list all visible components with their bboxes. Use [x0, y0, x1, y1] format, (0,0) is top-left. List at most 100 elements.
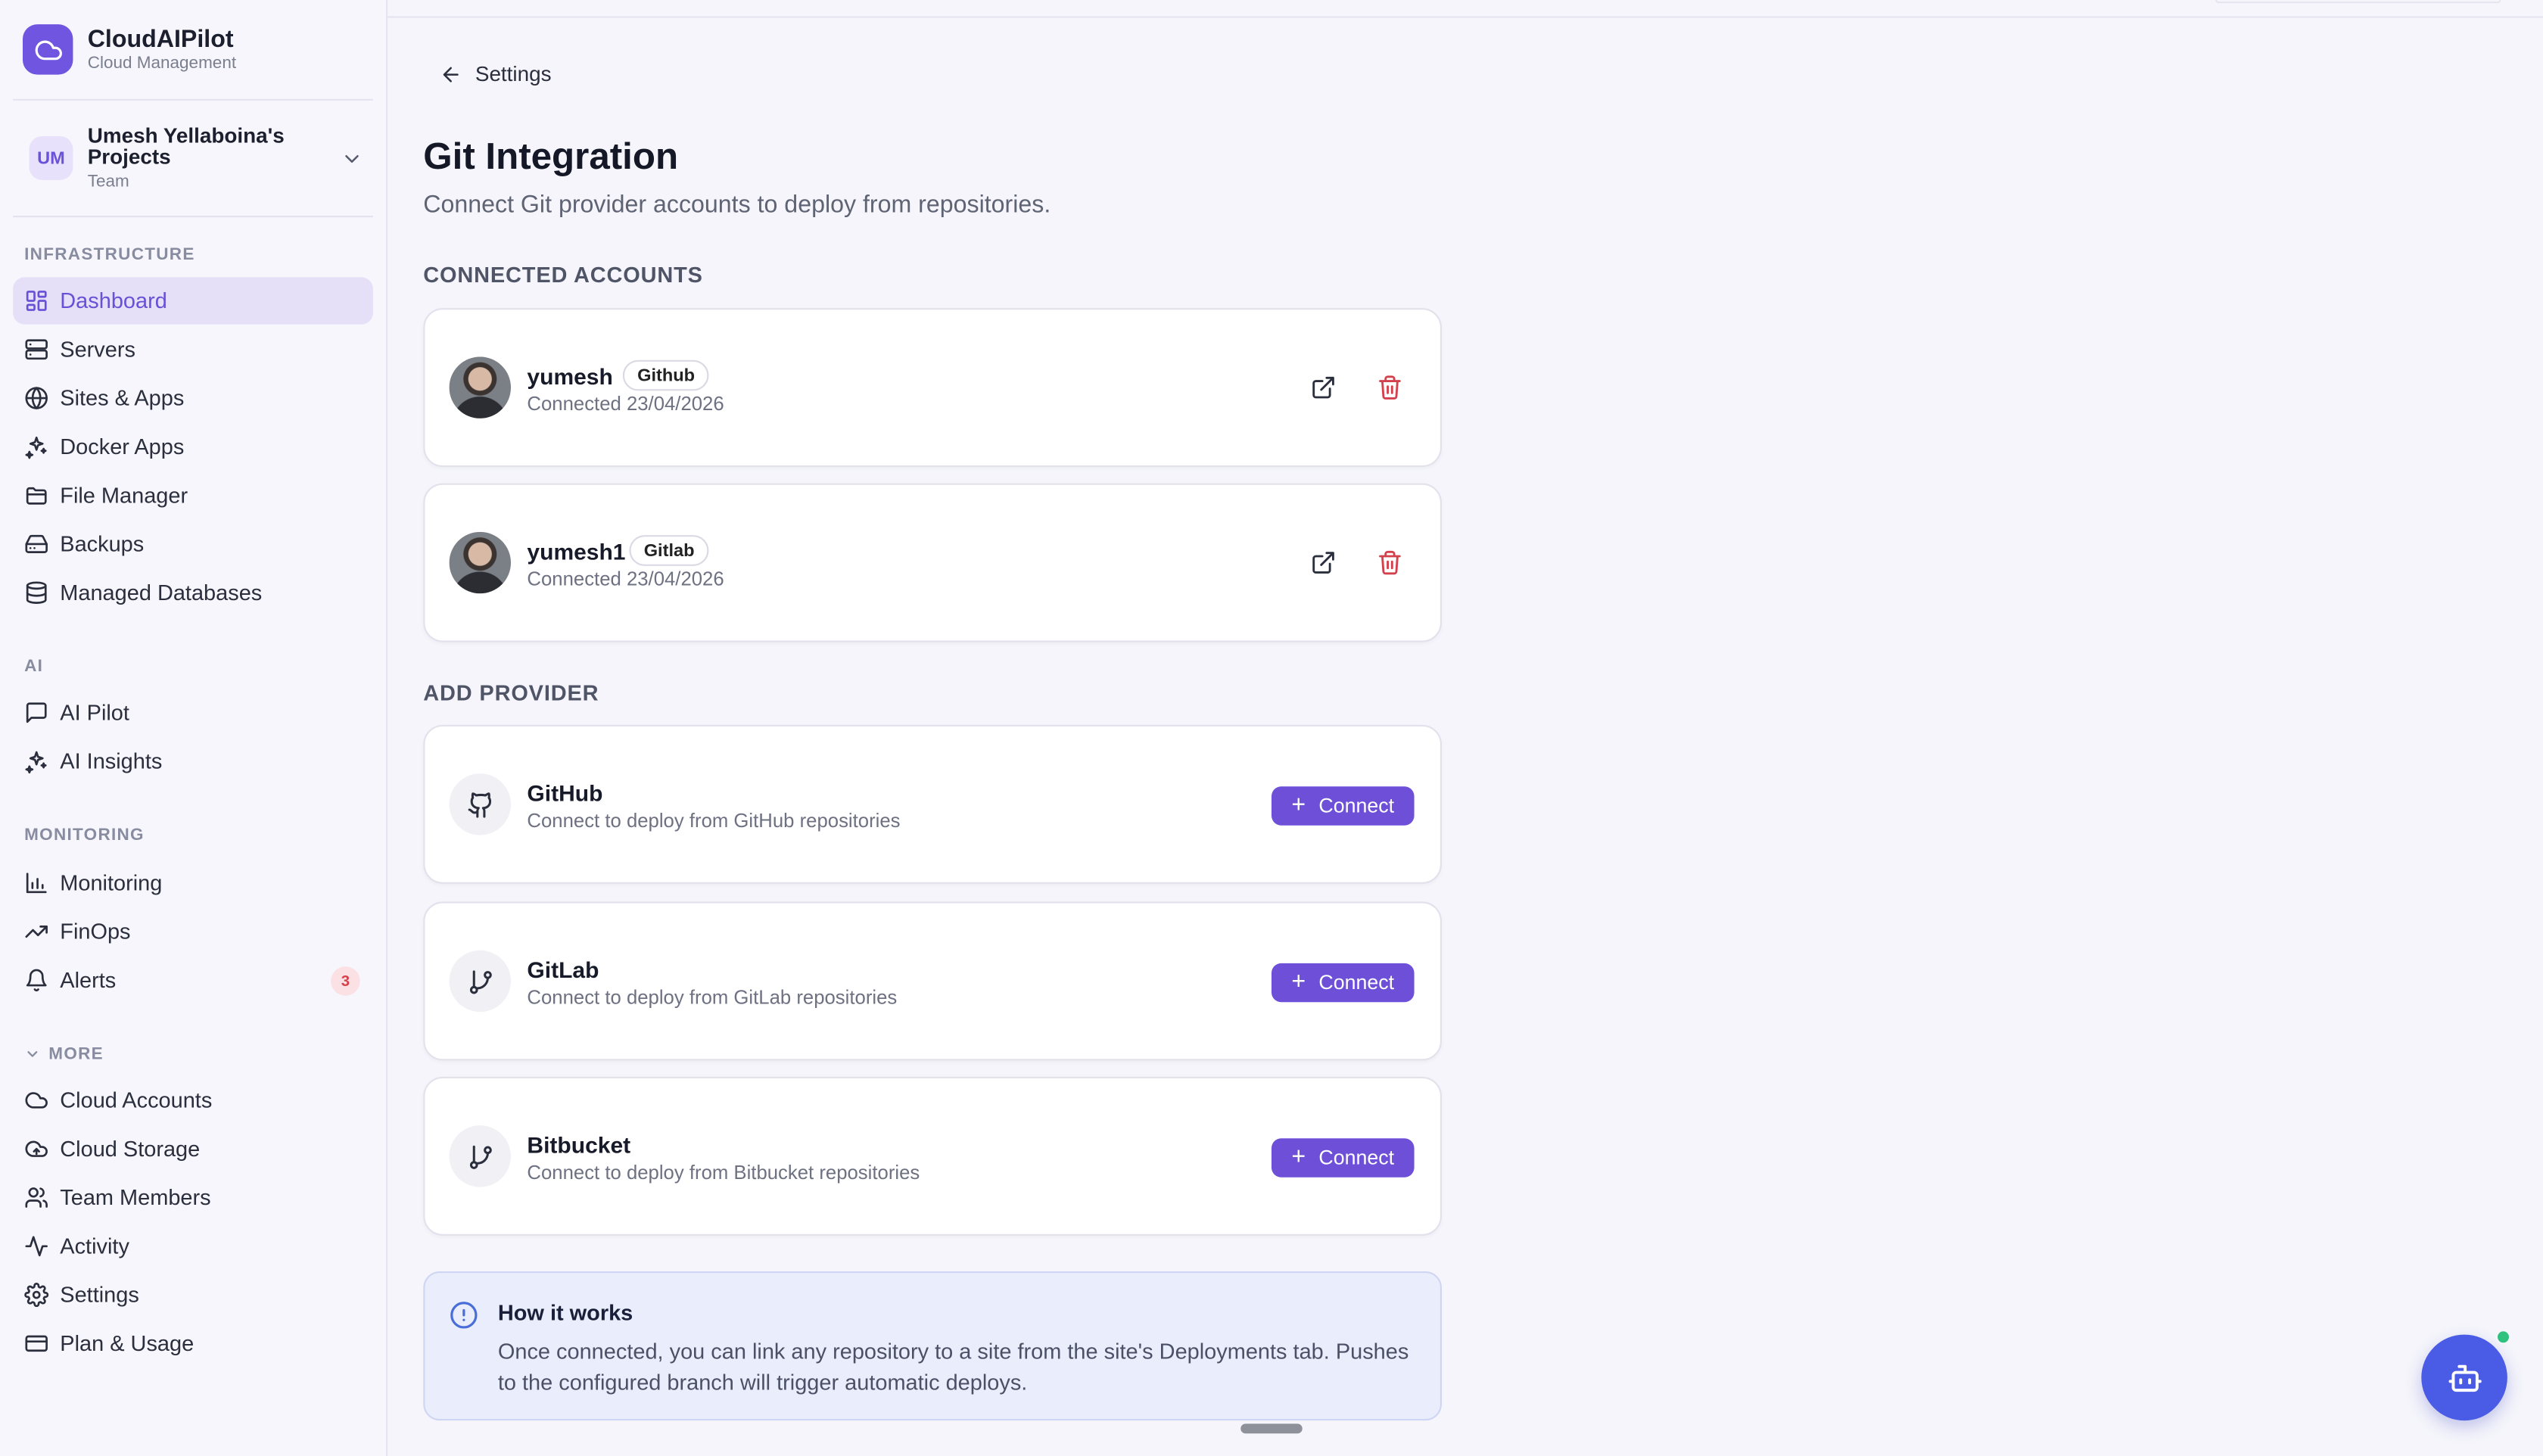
sidebar-item-label: Servers: [60, 337, 135, 362]
server-icon: [25, 339, 48, 360]
sidebar-item-managed-databases[interactable]: Managed Databases: [13, 569, 373, 616]
account-connected-date: Connected 23/04/2026: [527, 392, 724, 415]
sidebar-item-label: AI Insights: [60, 748, 163, 774]
activity-icon: [25, 1236, 48, 1257]
brand-subtitle: Cloud Management: [87, 52, 237, 73]
header-divider: [388, 16, 2543, 18]
header-control-edge: [2215, 0, 2501, 4]
sidebar-item-ai-insights[interactable]: AI Insights: [13, 738, 373, 785]
trash-icon[interactable]: [1377, 549, 1402, 575]
users-icon: [25, 1187, 48, 1208]
ai-assistant-button[interactable]: [2421, 1334, 2507, 1421]
account-username: yumesh1: [527, 538, 626, 565]
sidebar: CloudAIPilot Cloud Management UM Umesh Y…: [0, 0, 388, 1456]
team-switcher[interactable]: UM Umesh Yellaboina's Projects Team: [13, 98, 373, 218]
bar-chart-icon: [26, 873, 47, 894]
cloud-storage-icon: [25, 1140, 48, 1157]
sidebar-item-team-members[interactable]: Team Members: [13, 1174, 373, 1221]
globe-icon: [25, 387, 48, 409]
sidebar-item-label: Dashboard: [60, 288, 167, 313]
sidebar-item-cloud-storage[interactable]: Cloud Storage: [13, 1125, 373, 1172]
connect-gitlab-button[interactable]: + Connect: [1272, 963, 1415, 1003]
provider-description: Connect to deploy from GitHub repositori…: [527, 809, 901, 832]
credit-card-icon: [25, 1335, 48, 1352]
plus-icon: +: [1291, 968, 1306, 996]
sidebar-item-finops[interactable]: FinOps: [13, 908, 373, 955]
sidebar-item-docker-apps[interactable]: Docker Apps: [13, 423, 373, 470]
sidebar-item-label: Sites & Apps: [60, 385, 185, 411]
dashboard-icon: [26, 291, 47, 311]
provider-card-github: GitHub Connect to deploy from GitHub rep…: [423, 724, 1443, 884]
back-to-settings-link[interactable]: Settings: [440, 61, 552, 86]
sidebar-item-label: File Manager: [60, 483, 188, 508]
connected-account-card: yumesh Github Connected 23/04/2026: [423, 308, 1443, 468]
cloud-icon: [25, 1092, 48, 1109]
git-branch-icon: [449, 1125, 511, 1187]
sidebar-item-label: AI Pilot: [60, 700, 129, 725]
github-icon: [449, 773, 511, 835]
sidebar-item-label: Backups: [60, 531, 145, 556]
sidebar-item-file-manager[interactable]: File Manager: [13, 472, 373, 519]
sidebar-item-monitoring[interactable]: Monitoring: [13, 860, 373, 907]
how-it-works-panel: How it works Once connected, you can lin…: [423, 1271, 1443, 1421]
docker-icon: [25, 436, 47, 459]
bot-icon: [2448, 1364, 2481, 1392]
avatar: [449, 531, 511, 594]
sidebar-item-sites-apps[interactable]: Sites & Apps: [13, 375, 373, 422]
connected-account-card: yumesh1 Gitlab Connected 23/04/2026: [423, 483, 1443, 642]
connect-label: Connect: [1318, 1146, 1395, 1169]
section-label-ai: AI: [24, 656, 44, 677]
database-icon: [26, 581, 47, 604]
sidebar-item-label: Cloud Accounts: [60, 1087, 213, 1112]
brand-name: CloudAIPilot: [87, 25, 234, 53]
cloud-logo-icon: [23, 24, 73, 75]
avatar: [449, 356, 511, 418]
connect-bitbucket-button[interactable]: + Connect: [1272, 1138, 1415, 1178]
info-body: Once connected, you can link any reposit…: [497, 1339, 1409, 1395]
sidebar-item-label: Activity: [60, 1234, 129, 1258]
provider-card-bitbucket: Bitbucket Connect to deploy from Bitbuck…: [423, 1076, 1443, 1236]
sidebar-item-servers[interactable]: Servers: [13, 326, 373, 373]
sidebar-item-alerts[interactable]: Alerts 3: [13, 957, 373, 1003]
sidebar-item-settings[interactable]: Settings: [13, 1271, 373, 1318]
connect-label: Connect: [1318, 795, 1395, 817]
section-label-more: MORE: [48, 1044, 104, 1064]
gear-icon: [24, 1283, 49, 1308]
section-label-infrastructure: INFRASTRUCTURE: [24, 244, 195, 265]
sidebar-item-label: Team Members: [60, 1185, 211, 1210]
sidebar-item-dashboard[interactable]: Dashboard: [13, 277, 373, 325]
sidebar-item-activity[interactable]: Activity: [13, 1223, 373, 1270]
plus-icon: +: [1291, 1143, 1306, 1171]
connected-accounts-label: CONNECTED ACCOUNTS: [423, 263, 703, 288]
sidebar-item-cloud-accounts[interactable]: Cloud Accounts: [13, 1077, 373, 1124]
section-toggle-more[interactable]: MORE: [24, 1044, 104, 1064]
team-name: Umesh Yellaboina's Projects: [87, 123, 285, 169]
external-link-icon[interactable]: [1310, 549, 1336, 575]
scroll-handle[interactable]: [1240, 1423, 1303, 1434]
back-label: Settings: [475, 61, 552, 86]
connect-label: Connect: [1318, 971, 1395, 994]
sidebar-item-ai-pilot[interactable]: AI Pilot: [13, 689, 373, 736]
sidebar-item-label: Cloud Storage: [60, 1137, 201, 1162]
page-subtitle: Connect Git provider accounts to deploy …: [423, 191, 1051, 219]
chevron-down-icon: [345, 154, 359, 162]
chevron-down-icon: [27, 1051, 38, 1057]
account-username: yumesh: [527, 363, 613, 390]
sidebar-item-label: Alerts: [60, 968, 117, 993]
sidebar-item-backups[interactable]: Backups: [13, 521, 373, 568]
git-branch-icon: [449, 950, 511, 1013]
sidebar-item-plan-usage[interactable]: Plan & Usage: [13, 1320, 373, 1367]
online-status-dot: [2495, 1330, 2511, 1345]
info-title: How it works: [497, 1300, 633, 1325]
trash-icon[interactable]: [1377, 375, 1402, 400]
provider-name: GitHub: [527, 779, 603, 806]
external-link-icon[interactable]: [1310, 375, 1336, 400]
section-label-monitoring: MONITORING: [24, 825, 145, 845]
connect-github-button[interactable]: + Connect: [1272, 786, 1415, 826]
brand[interactable]: CloudAIPilot Cloud Management: [23, 24, 237, 75]
team-role: Team: [87, 172, 129, 191]
provider-badge: Gitlab: [629, 535, 709, 566]
sidebar-item-label: FinOps: [60, 919, 131, 944]
add-provider-label: ADD PROVIDER: [423, 681, 599, 706]
sidebar-item-label: Managed Databases: [60, 580, 263, 605]
